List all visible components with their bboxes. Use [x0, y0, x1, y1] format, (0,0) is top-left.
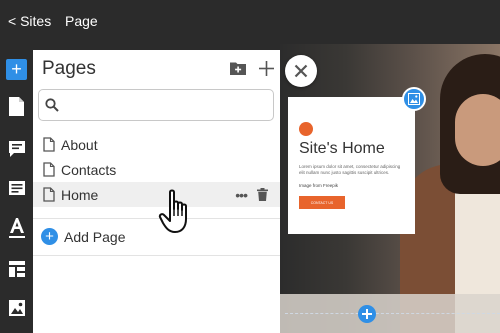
search-input[interactable]: [64, 91, 273, 119]
add-page-button[interactable]: + Add Page: [41, 228, 126, 245]
page-item-about[interactable]: About: [33, 132, 280, 157]
more-options-icon[interactable]: •••: [235, 188, 248, 202]
text-block-rail-button[interactable]: [6, 177, 27, 198]
page-icon: [43, 187, 55, 202]
text-block-icon: [8, 180, 25, 195]
hero-person-face: [455, 94, 500, 166]
breadcrumb-page: Page: [65, 13, 98, 29]
plus-icon: [258, 60, 274, 76]
page-item-home[interactable]: Home •••: [33, 182, 280, 207]
image-icon: [408, 93, 420, 105]
divider: [33, 255, 280, 256]
add-folder-icon: [230, 62, 246, 75]
close-panel-button[interactable]: [285, 55, 317, 87]
typography-rail-button[interactable]: [6, 217, 27, 238]
page-icon: [43, 137, 55, 152]
layout-rail-button[interactable]: [6, 258, 27, 279]
card-body-text: Lorem ipsum dolor sit amet, consectetur …: [299, 164, 401, 175]
hand-pointer-cursor-icon: [158, 189, 187, 233]
section-boundary: [285, 313, 500, 314]
icon-rail: +: [0, 44, 33, 333]
add-section-button[interactable]: [358, 305, 376, 323]
image-icon: [8, 299, 25, 316]
card-cta-button[interactable]: CONTACT US: [299, 196, 345, 209]
pages-rail-button[interactable]: [6, 96, 27, 117]
close-icon: [294, 64, 308, 78]
comment-icon: [8, 140, 25, 157]
pages-panel: Pages About Contacts Home ••• + Add Page: [33, 50, 280, 333]
add-page-label: Add Page: [64, 228, 126, 245]
page-item-label: Home: [61, 186, 99, 203]
plus-icon: [362, 309, 372, 319]
change-image-button[interactable]: [402, 87, 426, 111]
back-to-sites-link[interactable]: < Sites: [8, 13, 51, 29]
typography-icon: [8, 217, 25, 238]
add-folder-button[interactable]: [229, 59, 247, 77]
add-icon: +: [11, 59, 22, 79]
page-item-label: About: [61, 136, 98, 153]
add-element-button[interactable]: +: [6, 59, 27, 80]
divider: [33, 218, 280, 219]
comments-rail-button[interactable]: [6, 138, 27, 159]
card-title: Site's Home: [299, 140, 385, 157]
card-image-credit: Image from Freepik: [299, 183, 339, 188]
add-page-header-button[interactable]: [257, 59, 275, 77]
image-rail-button[interactable]: [6, 297, 27, 318]
trash-icon[interactable]: [257, 188, 268, 201]
page-icon: [9, 97, 24, 116]
hero-text-card[interactable]: Site's Home Lorem ipsum dolor sit amet, …: [288, 97, 415, 234]
page-search-box[interactable]: [38, 89, 274, 121]
search-icon: [45, 98, 59, 112]
brand-dot: [299, 122, 313, 136]
top-bar: < Sites Page: [0, 0, 500, 44]
page-icon: [43, 162, 55, 177]
page-item-contacts[interactable]: Contacts: [33, 157, 280, 182]
add-circle-icon: +: [41, 228, 58, 245]
layout-icon: [8, 260, 25, 277]
panel-title: Pages: [42, 58, 96, 79]
page-item-label: Contacts: [61, 161, 117, 178]
